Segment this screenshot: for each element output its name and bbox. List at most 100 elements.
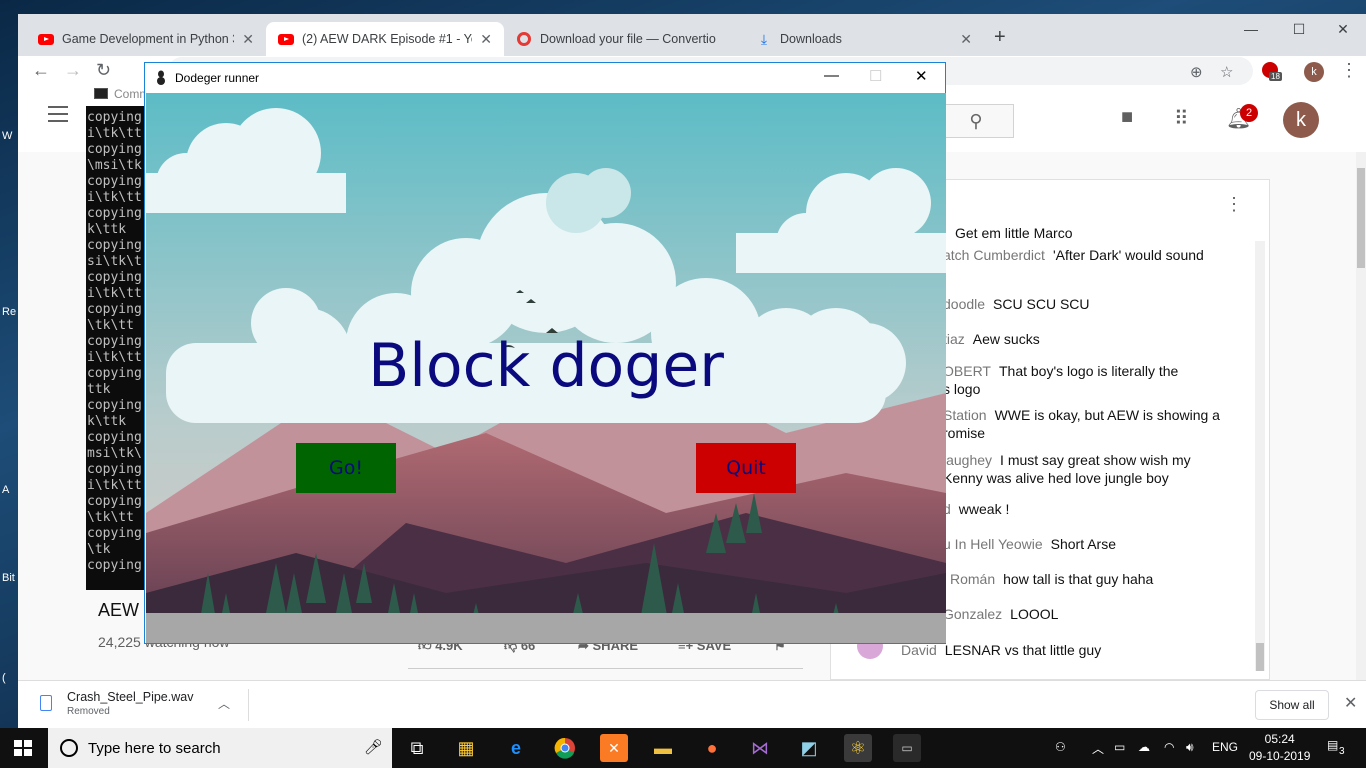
search-placeholder: Type here to search — [88, 739, 221, 757]
chat-author[interactable]: u In Hell Yeowie — [943, 536, 1043, 552]
tab-downloads[interactable]: ⤓ Downloads ✕ — [744, 22, 984, 56]
close-icon[interactable]: ✕ — [960, 31, 972, 48]
app-icon[interactable]: ◩ — [795, 734, 823, 762]
chat-message: Get em little Marco — [955, 224, 1365, 242]
game-window: Dodeger runner — ☐ ✕ Block doger Go! Qui… — [144, 62, 946, 644]
go-button[interactable]: Go! — [296, 443, 396, 493]
chevron-up-icon[interactable]: ︿ — [218, 695, 230, 712]
desktop-icon-label[interactable]: W — [2, 130, 12, 142]
desktop-icon-label[interactable]: ( — [2, 672, 6, 684]
cmd-line: copying — [87, 270, 142, 285]
hamburger-menu-icon[interactable] — [48, 106, 68, 122]
new-tab-button[interactable]: + — [994, 26, 1006, 49]
chat-menu-icon[interactable]: ⋮ — [1225, 194, 1243, 215]
notification-count: 2 — [1240, 104, 1258, 122]
chat-author[interactable]: l Román — [943, 571, 995, 587]
close-window-button[interactable]: ✕ — [915, 67, 928, 85]
show-all-button[interactable]: Show all — [1255, 690, 1329, 720]
chat-message: David LESNAR vs that little guy — [901, 641, 1311, 659]
close-window-button[interactable]: ✕ — [1320, 14, 1366, 44]
microphone-icon[interactable]: 🎤︎ — [364, 738, 383, 756]
menu-icon[interactable]: ⋮ — [1340, 60, 1358, 81]
minimize-button[interactable]: — — [824, 67, 839, 84]
cmd-line: copying — [87, 398, 142, 413]
language-indicator[interactable]: ENG — [1212, 740, 1238, 754]
bookmark-star-icon[interactable]: ☆ — [1220, 63, 1233, 81]
people-icon[interactable]: ⚇ — [1055, 740, 1066, 754]
onedrive-icon[interactable]: ☁ — [1138, 740, 1150, 754]
taskbar-search[interactable]: Type here to search 🎤︎ — [48, 728, 392, 768]
chat-message: u In Hell Yeowie Short Arse — [943, 535, 1353, 553]
xampp-icon[interactable]: ✕ — [600, 734, 628, 762]
cmd-line: copying — [87, 334, 142, 349]
desktop-icon-label[interactable]: Re — [2, 306, 16, 318]
desktop-icon-label[interactable]: Bit — [2, 572, 15, 584]
search-icon: ⚲ — [969, 110, 983, 131]
chat-author[interactable]: atch Cumberdict — [943, 247, 1045, 263]
chat-author[interactable]: doodle — [943, 296, 985, 312]
cmd-line: k\ttk — [87, 414, 127, 429]
download-filename[interactable]: Crash_Steel_Pipe.wav — [67, 690, 193, 704]
chat-message: l Román how tall is that guy haha — [943, 570, 1353, 588]
chat-author[interactable]: David — [901, 642, 937, 658]
chat-author[interactable]: Gonzalez — [943, 606, 1002, 622]
download-status: Removed — [67, 706, 110, 717]
action-center-icon[interactable]: ▤ — [1327, 738, 1338, 752]
cmd-line: copying — [87, 366, 142, 381]
edge-icon[interactable]: e — [502, 734, 530, 762]
tab-convertio[interactable]: Download your file — Convertio — [504, 22, 742, 56]
chat-author[interactable]: tiaz — [943, 331, 965, 347]
chat-scrollbar[interactable] — [1255, 241, 1265, 671]
search-button[interactable]: ⚲ — [938, 104, 1014, 138]
chat-message: atch Cumberdict 'After Dark' would sound — [943, 246, 1353, 264]
desktop-icon-label[interactable]: A — [2, 484, 9, 496]
command-prompt-window: Comm copying i\tk\tt copying \msi\tk copying… — [86, 82, 148, 590]
chat-author[interactable]: OBERT — [943, 363, 991, 379]
game-title-bar[interactable]: Dodeger runner — ☐ ✕ — [145, 63, 945, 93]
back-button[interactable]: ← — [32, 60, 50, 81]
windows-start-icon[interactable] — [14, 740, 32, 756]
create-video-icon[interactable]: ■ — [1121, 106, 1133, 129]
store-icon[interactable]: ▦ — [452, 734, 480, 762]
task-view-icon[interactable]: ⧉ — [403, 734, 431, 762]
account-avatar[interactable]: k — [1283, 102, 1319, 138]
zoom-icon[interactable]: ⊕ — [1190, 63, 1203, 81]
chat-text: 'After Dark' would sound — [1052, 247, 1204, 263]
youtube-icon — [38, 31, 54, 47]
quit-button[interactable]: Quit — [696, 443, 796, 493]
maximize-button[interactable]: ☐ — [1276, 14, 1322, 44]
volume-icon[interactable]: 🔊︎ — [1186, 740, 1194, 755]
chrome-icon[interactable] — [551, 734, 579, 762]
tab-aew-dark[interactable]: (2) AEW DARK Episode #1 - YouT ✕ — [266, 22, 504, 56]
battery-icon[interactable]: ▭ — [1114, 740, 1125, 754]
chat-author[interactable]: laughey — [943, 452, 992, 468]
visual-studio-icon[interactable]: ⋈ — [746, 734, 774, 762]
wifi-icon[interactable]: ◠ — [1164, 740, 1174, 754]
close-icon[interactable]: ✕ — [242, 31, 254, 48]
forward-button[interactable]: → — [64, 60, 82, 81]
apps-grid-icon[interactable]: ⠿ — [1174, 106, 1189, 131]
page-scrollbar[interactable] — [1356, 152, 1366, 680]
chat-message: Gonzalez LOOOL — [943, 605, 1353, 623]
terminal-icon[interactable]: ▭ — [893, 734, 921, 762]
cmd-line: copying — [87, 462, 142, 477]
chat-author[interactable]: Station — [943, 407, 987, 423]
profile-avatar[interactable]: k — [1304, 62, 1324, 82]
firefox-icon[interactable]: ● — [698, 734, 726, 762]
cmd-title-bar[interactable]: Comm — [86, 82, 148, 106]
clock[interactable]: 05:24 09-10-2019 — [1249, 731, 1310, 765]
cmd-line: copying — [87, 302, 142, 317]
file-explorer-icon[interactable]: ▬ — [649, 734, 677, 762]
chat-message: tiaz Aew sucks — [943, 330, 1353, 348]
minimize-button[interactable]: — — [1228, 14, 1274, 44]
game-title: Block doger — [368, 331, 724, 401]
chat-text: s logo — [943, 381, 981, 397]
game-canvas[interactable]: Block doger Go! Quit — [146, 93, 946, 643]
maximize-button[interactable]: ☐ — [869, 67, 882, 85]
reload-button[interactable]: ↻ — [96, 60, 111, 81]
tab-game-development[interactable]: Game Development in Python 3 ✕ — [26, 22, 266, 56]
close-icon[interactable]: ✕ — [480, 31, 492, 48]
chevron-up-icon[interactable]: ︿ — [1092, 740, 1104, 757]
python-icon[interactable]: ⚛ — [844, 734, 872, 762]
close-icon[interactable]: ✕ — [1344, 693, 1357, 713]
